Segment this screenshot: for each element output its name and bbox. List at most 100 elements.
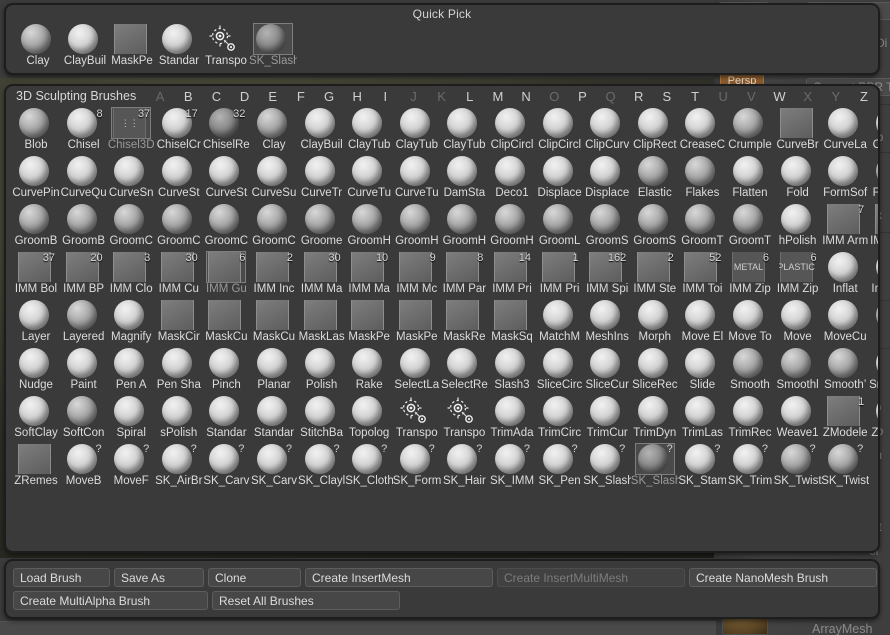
brush-item[interactable]: 3 IMM Clo bbox=[107, 252, 155, 300]
brush-item[interactable]: 1 ZModele bbox=[821, 396, 869, 444]
brush-item[interactable]: 52 IMM Toi bbox=[678, 252, 726, 300]
brush-item[interactable]: Smooth’ bbox=[821, 348, 869, 396]
alphabet-filter-w[interactable]: W bbox=[765, 89, 793, 104]
quick-pick-brush-item[interactable]: Standar bbox=[155, 24, 203, 72]
brush-item[interactable]: SelectRe bbox=[440, 348, 488, 396]
brush-item[interactable]: SelectLa bbox=[393, 348, 441, 396]
brush-item[interactable]: ClipRect bbox=[631, 108, 679, 156]
brush-item[interactable]: 30 IMM Cu bbox=[155, 252, 203, 300]
brush-item[interactable]: ZRemes bbox=[12, 444, 60, 492]
brush-item[interactable]: 8IMM Bas bbox=[869, 204, 878, 252]
brush-item[interactable]: Layer bbox=[12, 300, 60, 348]
brush-item[interactable]: CurveSu bbox=[250, 156, 298, 204]
brush-item[interactable]: Move To bbox=[726, 300, 774, 348]
alphabet-filter-c[interactable]: C bbox=[202, 89, 230, 104]
alphabet-filter-t[interactable]: T bbox=[681, 89, 709, 104]
brush-item[interactable]: GroomC bbox=[107, 204, 155, 252]
clone-button[interactable]: Clone bbox=[208, 568, 301, 587]
brush-item[interactable]: SliceCur bbox=[583, 348, 631, 396]
quick-pick-brush-item[interactable]: Transpo bbox=[202, 24, 250, 72]
brush-item[interactable]: Nudge bbox=[12, 348, 60, 396]
brush-item[interactable]: 8 IMM Par bbox=[440, 252, 488, 300]
brush-item[interactable]: 7 IMM Arm bbox=[821, 204, 869, 252]
brush-item[interactable]: Planar bbox=[250, 348, 298, 396]
brush-item[interactable]: Elastic bbox=[631, 156, 679, 204]
brush-item[interactable]: Topolog bbox=[345, 396, 393, 444]
brush-item[interactable]: SliceCirc bbox=[536, 348, 584, 396]
brush-item[interactable]: ClipCircl bbox=[488, 108, 536, 156]
alphabet-filter-h[interactable]: H bbox=[343, 89, 371, 104]
brush-item[interactable]: Displace bbox=[583, 156, 631, 204]
brush-item[interactable]: MoveCu bbox=[821, 300, 869, 348]
brush-item[interactable]: Pen A bbox=[107, 348, 155, 396]
alphabet-filter-r[interactable]: R bbox=[625, 89, 653, 104]
brush-item[interactable]: Slide bbox=[678, 348, 726, 396]
brush-item[interactable]: Weave1 bbox=[774, 396, 822, 444]
brush-item[interactable]: Transpo bbox=[440, 396, 488, 444]
brush-item[interactable]: Pen Sha bbox=[155, 348, 203, 396]
brush-item[interactable]: GroomS bbox=[631, 204, 679, 252]
brush-item[interactable]: MaskPe bbox=[345, 300, 393, 348]
brush-item[interactable]: Noise bbox=[869, 300, 878, 348]
brush-item[interactable]: ? SK_Clayl bbox=[298, 444, 346, 492]
brush-item[interactable]: MaskSq bbox=[488, 300, 536, 348]
alphabet-filter-e[interactable]: E bbox=[259, 89, 287, 104]
brush-item[interactable]: 2 IMM Ste bbox=[631, 252, 679, 300]
brush-item[interactable]: GroomH bbox=[488, 204, 536, 252]
brush-item[interactable]: CurveQu bbox=[60, 156, 108, 204]
brush-item[interactable]: 6 IMM Gu bbox=[202, 251, 250, 300]
brush-item[interactable]: Standar bbox=[250, 396, 298, 444]
brush-item[interactable]: Transpo bbox=[393, 396, 441, 444]
brush-item[interactable]: 30 IMM Ma bbox=[298, 252, 346, 300]
brush-item[interactable]: GroomB bbox=[12, 204, 60, 252]
brush-item[interactable]: Flakes bbox=[678, 156, 726, 204]
brush-item[interactable]: GroomC bbox=[155, 204, 203, 252]
brush-item[interactable]: GroomT bbox=[678, 204, 726, 252]
reset-all-brushes-button[interactable]: Reset All Brushes bbox=[212, 591, 400, 610]
brush-item[interactable]: ? MoveB bbox=[60, 444, 108, 492]
create-insertmesh-button[interactable]: Create InsertMesh bbox=[305, 568, 493, 587]
brush-item[interactable]: CreaseC bbox=[678, 108, 726, 156]
brush-item[interactable]: ClayBuil bbox=[298, 108, 346, 156]
brush-item[interactable]: 10 IMM Ma bbox=[345, 252, 393, 300]
alphabet-filter-z[interactable]: Z bbox=[850, 89, 878, 104]
brush-item[interactable]: MaskCir bbox=[155, 300, 203, 348]
brush-item[interactable]: MaskPe bbox=[393, 300, 441, 348]
brush-item[interactable]: 8 Chisel bbox=[60, 108, 108, 156]
brush-item[interactable]: Move bbox=[774, 300, 822, 348]
brush-item[interactable]: SliceRec bbox=[631, 348, 679, 396]
brush-item[interactable]: Deco1 bbox=[488, 156, 536, 204]
alphabet-filter-p[interactable]: P bbox=[568, 89, 596, 104]
alphabet-filter-l[interactable]: L bbox=[456, 89, 484, 104]
brush-item[interactable]: MatchM bbox=[536, 300, 584, 348]
brush-item[interactable]: SnakeHo bbox=[869, 348, 878, 396]
alphabet-filter-b[interactable]: B bbox=[174, 89, 202, 104]
brush-item[interactable]: 37 IMM Bol bbox=[12, 252, 60, 300]
brush-item[interactable]: DamSta bbox=[440, 156, 488, 204]
brush-item[interactable]: Slash3 bbox=[488, 348, 536, 396]
brush-item[interactable]: ? SK_Twist bbox=[774, 444, 822, 492]
brush-item[interactable]: GroomC bbox=[202, 204, 250, 252]
brush-item[interactable]: Groome bbox=[298, 204, 346, 252]
brush-item[interactable]: MaskCu bbox=[250, 300, 298, 348]
brush-item[interactable]: Blob bbox=[12, 108, 60, 156]
brush-item[interactable]: Clay bbox=[250, 108, 298, 156]
brush-item[interactable]: ? SK_Hair bbox=[440, 444, 488, 492]
brush-item[interactable]: MaskRe bbox=[440, 300, 488, 348]
brush-item[interactable]: GroomH bbox=[345, 204, 393, 252]
alphabet-filter-g[interactable]: G bbox=[315, 89, 343, 104]
brush-item[interactable]: CurveTu bbox=[345, 156, 393, 204]
brush-item[interactable]: ? SK_Trim bbox=[726, 444, 774, 492]
brush-item[interactable]: ZProject bbox=[869, 396, 878, 444]
brush-item[interactable]: TrimRec bbox=[726, 396, 774, 444]
brush-item[interactable]: 20 IMM BP bbox=[60, 252, 108, 300]
brush-item[interactable]: SoftCon bbox=[60, 396, 108, 444]
quick-pick-brush-item[interactable]: ClayBuil bbox=[61, 24, 109, 72]
brush-item[interactable]: CurveLa bbox=[821, 108, 869, 156]
brush-item[interactable]: 1InsertCy bbox=[869, 252, 878, 300]
brush-item[interactable]: SoftClay bbox=[12, 396, 60, 444]
brush-item[interactable]: ClayTub bbox=[393, 108, 441, 156]
brush-item[interactable]: Smooth bbox=[726, 348, 774, 396]
brush-item[interactable]: GroomH bbox=[393, 204, 441, 252]
brush-item[interactable]: PLASTIC 6 IMM Zip bbox=[774, 252, 822, 300]
